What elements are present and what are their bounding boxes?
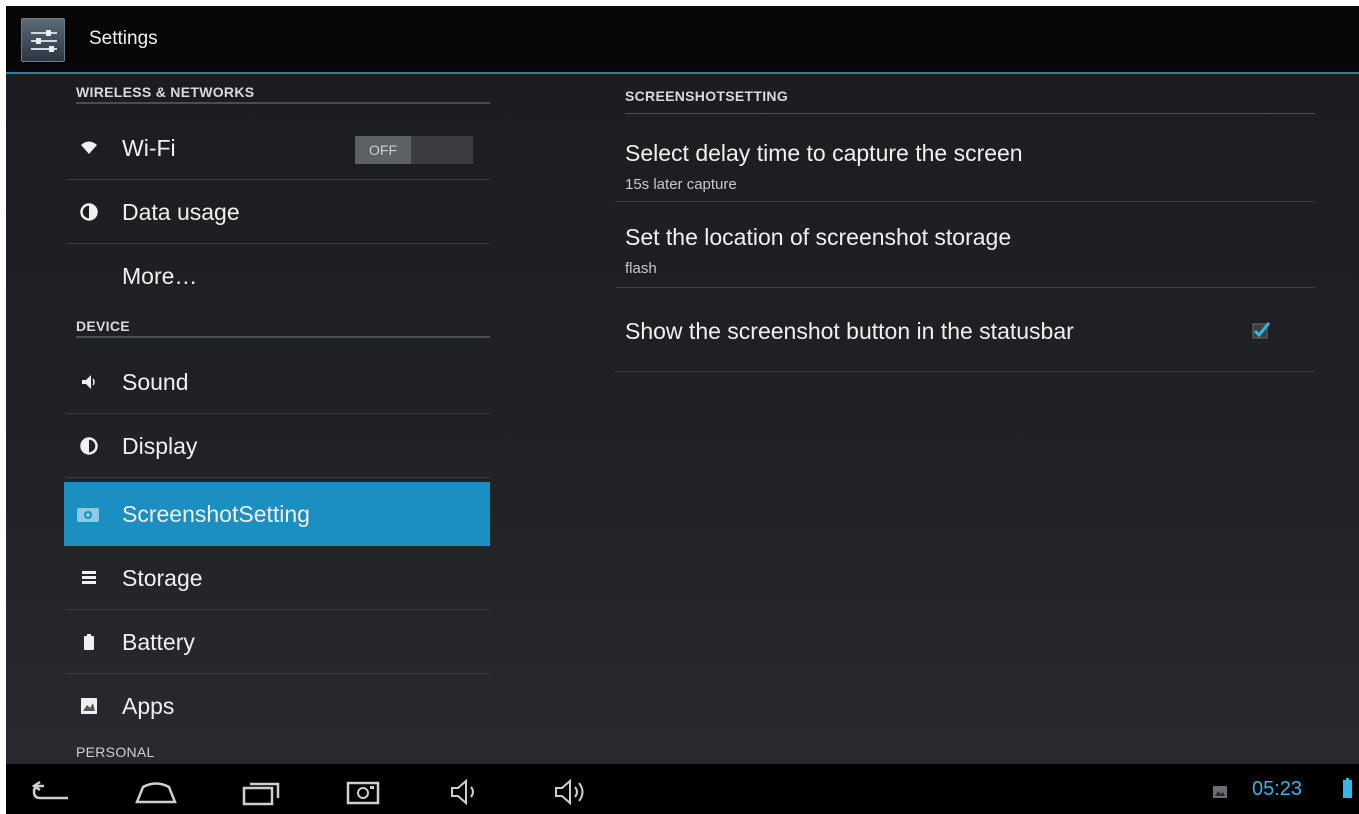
divider — [66, 477, 490, 478]
sidebar-item-label: Wi-Fi — [122, 135, 176, 161]
header-wireless-networks: WIRELESS & NETWORKS — [76, 76, 490, 104]
sidebar-item-label: Storage — [122, 565, 203, 591]
sidebar-item-data-usage[interactable]: Data usage — [64, 180, 490, 244]
panel-header: SCREENSHOTSETTING — [625, 74, 1315, 114]
status-clock[interactable]: 05:23 — [1252, 778, 1302, 801]
page-title: Settings — [89, 28, 158, 49]
setting-title: Set the location of screenshot storage — [625, 224, 1012, 250]
sidebar-item-more[interactable]: More… — [64, 244, 490, 308]
action-bar: Settings — [6, 6, 1359, 74]
storage-icon — [82, 571, 96, 584]
back-icon[interactable] — [30, 778, 74, 806]
camera-icon — [77, 508, 99, 522]
apps-icon — [81, 698, 97, 714]
setting-title: Select delay time to capture the screen — [625, 140, 1023, 166]
sidebar-item-label: Data usage — [122, 199, 240, 225]
sidebar-item-label: Sound — [122, 369, 189, 395]
delay-time-setting[interactable]: Select delay time to capture the screen … — [613, 114, 1315, 202]
sidebar-item-battery[interactable]: Battery — [64, 610, 490, 674]
header-personal: PERSONAL — [76, 744, 155, 760]
sidebar-item-apps[interactable]: Apps — [64, 674, 490, 738]
setting-summary: 15s later capture — [625, 176, 737, 193]
wifi-toggle[interactable]: OFF — [355, 136, 473, 164]
image-notification-icon[interactable] — [1213, 786, 1227, 798]
battery-icon — [84, 634, 94, 650]
volume-up-icon[interactable] — [550, 778, 594, 806]
sidebar-item-wifi[interactable]: Wi-Fi OFF — [64, 116, 490, 180]
statusbar-button-setting[interactable]: Show the screenshot button in the status… — [613, 288, 1315, 372]
sidebar-item-screenshotsetting[interactable]: ScreenshotSetting — [64, 482, 490, 546]
statusbar-button-checkbox[interactable] — [1251, 320, 1271, 340]
settings-sliders-icon[interactable] — [21, 18, 65, 62]
data-usage-icon — [80, 203, 98, 221]
screenshot-icon[interactable] — [342, 778, 386, 806]
sidebar-item-label: More… — [122, 263, 198, 289]
sidebar-item-sound[interactable]: Sound — [64, 350, 490, 414]
navigation-bar: 05:23 — [6, 764, 1359, 814]
volume-down-icon[interactable] — [446, 778, 490, 806]
sidebar-item-display[interactable]: Display — [64, 414, 490, 478]
sidebar-item-label: Display — [122, 433, 198, 459]
settings-categories: WIRELESS & NETWORKS Wi-Fi OFF Data usage… — [64, 74, 492, 764]
screenshot-settings-panel: SCREENSHOTSETTING Select delay time to c… — [613, 74, 1315, 374]
setting-title: Show the screenshot button in the status… — [625, 318, 1074, 344]
settings-screen: Settings WIRELESS & NETWORKS Wi-Fi OFF D… — [6, 6, 1359, 814]
wifi-toggle-state: OFF — [355, 136, 411, 164]
sidebar-item-label: ScreenshotSetting — [122, 501, 310, 527]
header-device: DEVICE — [76, 310, 490, 338]
divider — [615, 371, 1315, 372]
display-icon — [80, 437, 98, 455]
storage-location-setting[interactable]: Set the location of screenshot storage f… — [613, 202, 1315, 288]
speaker-icon — [82, 375, 95, 389]
recent-apps-icon[interactable] — [238, 778, 282, 806]
sidebar-item-label: Apps — [122, 693, 175, 719]
sidebar-item-label: Battery — [122, 629, 195, 655]
sidebar-item-storage[interactable]: Storage — [64, 546, 490, 610]
setting-summary: flash — [625, 260, 657, 277]
wifi-icon — [81, 141, 97, 154]
status-battery-icon[interactable] — [1343, 778, 1352, 798]
home-icon[interactable] — [134, 778, 178, 806]
